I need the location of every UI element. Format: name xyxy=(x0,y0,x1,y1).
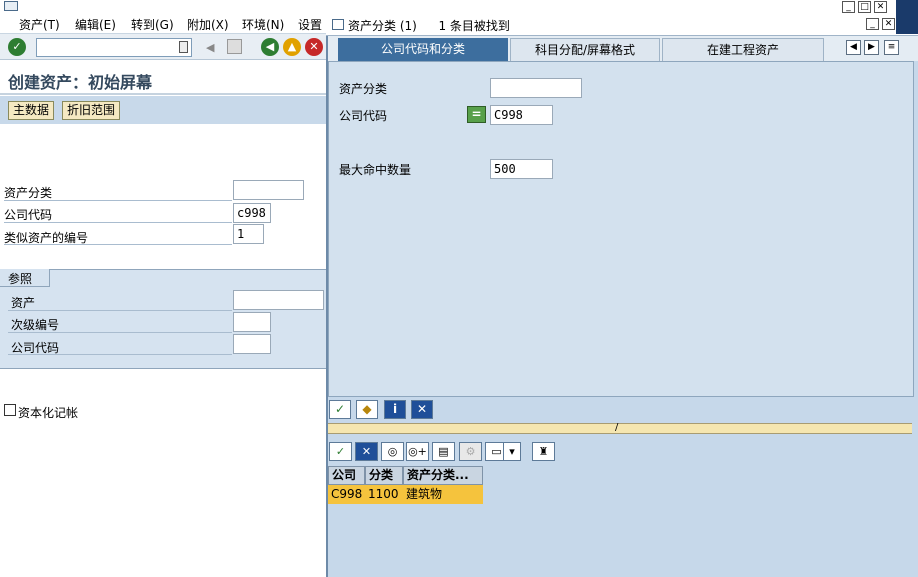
popup-cancel-icon[interactable]: ✕ xyxy=(411,400,433,419)
tab-panel xyxy=(328,61,914,397)
info-icon[interactable]: i xyxy=(384,400,406,419)
menu-extras[interactable]: 附加(X) xyxy=(187,16,229,33)
popup-minimize-icon[interactable]: _ xyxy=(866,18,879,30)
asset-class-label: 资产分类 xyxy=(4,186,53,200)
capitalize-label: 资本化记帐 xyxy=(18,406,79,420)
column-header-class-desc[interactable]: 资产分类... xyxy=(403,466,483,485)
popup-window-icon xyxy=(332,19,344,30)
binoculars-icon[interactable]: ◎ xyxy=(381,442,404,461)
popup-title: 资产分类 (1) xyxy=(348,19,417,33)
print-options-icon[interactable]: ▾ xyxy=(503,442,521,461)
row-divider xyxy=(8,332,232,333)
row-divider xyxy=(4,244,232,245)
sort-icon[interactable]: ▤ xyxy=(432,442,455,461)
ref-asset-input[interactable] xyxy=(233,290,324,310)
reference-group-tab: 参照 xyxy=(0,269,50,287)
main-titlebar xyxy=(0,0,918,14)
company-code-label: 公司代码 xyxy=(4,208,53,222)
command-dropdown-icon[interactable] xyxy=(179,41,188,53)
ref-subnumber-input[interactable] xyxy=(233,312,271,332)
main-menubar: 资产(T) 编辑(E) 转到(G) 附加(X) 环境(N) 设置 xyxy=(0,14,326,34)
row-divider xyxy=(4,222,232,223)
popup-status: 1 条目被找到 xyxy=(438,19,510,33)
ref-company-code-input[interactable] xyxy=(233,334,271,354)
menu-edit[interactable]: 编辑(E) xyxy=(75,16,116,33)
menu-goto[interactable]: 转到(G) xyxy=(131,16,174,33)
tree-icon[interactable]: ♜ xyxy=(532,442,555,461)
tab-list-icon[interactable]: ≡ xyxy=(884,40,899,55)
column-header-company[interactable]: 公司 xyxy=(328,466,365,485)
back-icon[interactable]: ◀ xyxy=(261,38,279,56)
table-cell-company[interactable]: C998 xyxy=(328,485,365,504)
restrictions-icon[interactable]: ◆ xyxy=(356,400,378,419)
popup-company-code-label: 公司代码 xyxy=(339,109,388,123)
popup-titlebar: 资产分类 (1) 1 条目被找到 xyxy=(326,14,918,36)
continue-check-icon[interactable]: ✓ xyxy=(329,400,351,419)
results-cancel-icon[interactable]: ✕ xyxy=(355,442,378,461)
page-title: 创建资产：初始屏幕 xyxy=(8,73,153,92)
exit-icon[interactable]: ▲ xyxy=(283,38,301,56)
page-title-bar: 创建资产：初始屏幕 xyxy=(0,61,326,95)
reference-group-label: 参照 xyxy=(8,272,33,286)
splitter-bar[interactable]: / xyxy=(328,422,912,434)
table-cell-class[interactable]: 1100 xyxy=(365,485,403,504)
similar-assets-input[interactable]: 1 xyxy=(233,224,264,244)
column-header-class[interactable]: 分类 xyxy=(365,466,403,485)
find-next-icon[interactable]: ◎+ xyxy=(406,442,429,461)
popup-max-hits-label: 最大命中数量 xyxy=(339,163,412,177)
ref-subnumber-label: 次级编号 xyxy=(11,318,60,332)
popup-company-code-input[interactable]: C998 xyxy=(490,105,553,125)
close-icon[interactable]: ✕ xyxy=(874,1,887,13)
results-check-icon[interactable]: ✓ xyxy=(329,442,352,461)
popup-close-icon[interactable]: ✕ xyxy=(882,18,895,30)
maximize-icon[interactable]: □ xyxy=(858,1,871,13)
cancel-icon[interactable]: ✕ xyxy=(305,38,323,56)
disabled-settings-icon: ⚙ xyxy=(459,442,482,461)
popup-asset-class-input[interactable] xyxy=(490,78,582,98)
menu-environment[interactable]: 环境(N) xyxy=(242,16,284,33)
sap-window-icon xyxy=(4,1,18,11)
nav-back-triangle-icon[interactable]: ◀ xyxy=(206,41,214,54)
row-divider xyxy=(8,310,232,311)
command-field[interactable] xyxy=(36,38,192,57)
popup-max-hits-input[interactable]: 500 xyxy=(490,159,553,179)
asset-class-input[interactable] xyxy=(233,180,304,200)
menu-asset[interactable]: 资产(T) xyxy=(19,16,60,33)
popup-asset-class-label: 资产分类 xyxy=(339,82,388,96)
ref-asset-label: 资产 xyxy=(11,296,36,310)
tab-scroll-right-icon[interactable]: ▶ xyxy=(864,40,879,55)
splitter-handle-icon: / xyxy=(615,422,619,433)
tab-scroll-left-icon[interactable]: ◀ xyxy=(846,40,861,55)
menu-settings[interactable]: 设置 xyxy=(298,16,322,33)
capitalize-checkbox[interactable] xyxy=(4,404,16,416)
tab-account-assignment[interactable]: 科目分配/屏幕格式 xyxy=(510,38,660,61)
row-divider xyxy=(8,354,232,355)
enter-check-icon[interactable]: ✓ xyxy=(8,38,26,56)
save-icon[interactable] xyxy=(227,39,242,54)
sap-logo xyxy=(896,0,918,34)
row-divider xyxy=(4,200,232,201)
tab-company-code-and-class[interactable]: 公司代码和分类 xyxy=(338,38,508,61)
depreciation-area-button[interactable]: 折旧范围 xyxy=(62,101,121,120)
table-cell-class-desc[interactable]: 建筑物 xyxy=(403,485,483,504)
equals-operator-icon[interactable]: = xyxy=(467,106,486,123)
tab-construction-in-progress[interactable]: 在建工程资产 xyxy=(662,38,824,61)
master-data-button[interactable]: 主数据 xyxy=(8,101,55,120)
minimize-icon[interactable]: _ xyxy=(842,1,855,13)
company-code-input[interactable]: c998 xyxy=(233,203,271,223)
